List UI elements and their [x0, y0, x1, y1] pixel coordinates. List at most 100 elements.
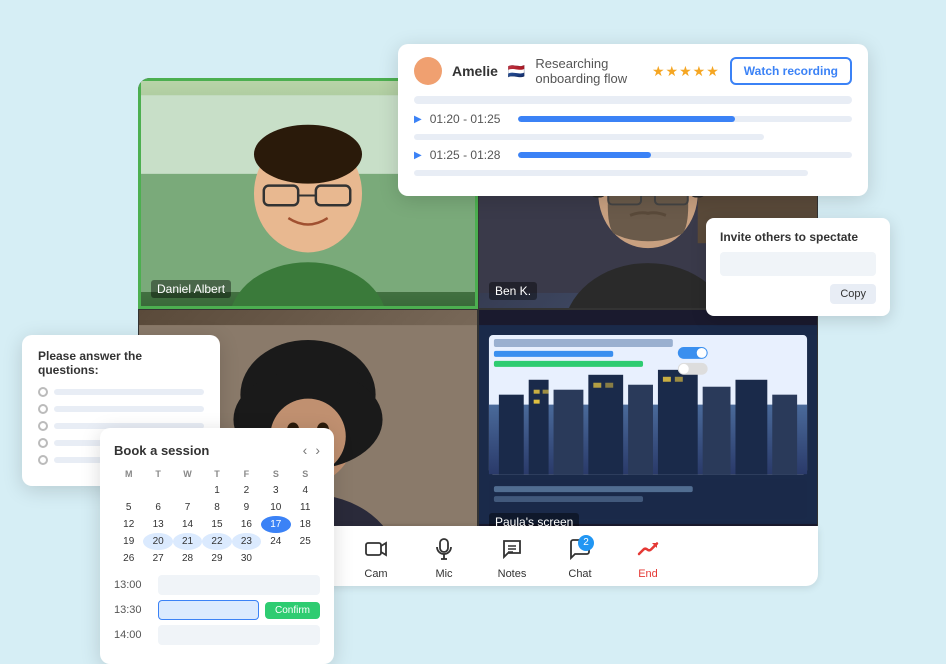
user-avatar	[414, 57, 442, 85]
cal-day[interactable]: 2	[232, 482, 261, 499]
cal-day[interactable]: 11	[291, 499, 320, 516]
timeline-item-1[interactable]: ▶ 01:20 - 01:25	[414, 112, 852, 126]
radio-3[interactable]	[38, 421, 48, 431]
calendar-header-row: M T W T F S S	[114, 466, 320, 482]
cal-day[interactable]: 24	[261, 533, 290, 550]
invite-link-input[interactable]	[720, 252, 876, 276]
chat-button[interactable]: 2 Chat	[556, 529, 604, 584]
time-bar-1300	[158, 575, 320, 595]
calendar-week-5: 26 27 28 29 30	[114, 550, 320, 567]
cal-day[interactable]: 18	[291, 516, 320, 533]
next-month-button[interactable]: ›	[315, 442, 320, 458]
timeline-bar-top	[414, 96, 852, 104]
cam-label: Cam	[364, 568, 387, 580]
survey-option-2[interactable]	[38, 404, 204, 414]
timeline-bar-mid	[414, 134, 764, 140]
cal-day	[261, 550, 290, 567]
chat-label: Chat	[568, 568, 591, 580]
calendar-week-3: 12 13 14 15 16 17 18	[114, 516, 320, 533]
radio-5[interactable]	[38, 455, 48, 465]
recording-panel: Amelie 🇳🇱 Researching onboarding flow ★★…	[398, 44, 868, 196]
timeline-time-1: 01:20 - 01:25	[430, 112, 510, 126]
cal-day[interactable]: 13	[143, 516, 172, 533]
cam-button[interactable]: Cam	[352, 529, 400, 584]
cal-day[interactable]	[173, 482, 202, 499]
time-slot-1400[interactable]: 14:00	[114, 625, 320, 645]
copy-button[interactable]: Copy	[830, 284, 876, 304]
cal-day[interactable]: 21	[173, 533, 202, 550]
invite-title: Invite others to spectate	[720, 230, 876, 244]
cal-day[interactable]: 7	[173, 499, 202, 516]
cal-day[interactable]: 15	[202, 516, 231, 533]
cal-day[interactable]: 28	[173, 550, 202, 567]
calendar-panel: Book a session ‹ › M T W T F S S 1 2 3 4…	[100, 428, 334, 664]
confirm-button[interactable]: Confirm	[265, 602, 320, 619]
calendar-week-2: 5 6 7 8 9 10 11	[114, 499, 320, 516]
radio-1[interactable]	[38, 387, 48, 397]
timeline-fill-1	[518, 116, 735, 122]
cal-day[interactable]: 5	[114, 499, 143, 516]
video-cell-screen: Paula's screen	[478, 309, 818, 540]
play-icon-2: ▶	[414, 150, 422, 161]
calendar-title: Book a session	[114, 443, 209, 458]
cal-day[interactable]: 3	[261, 482, 290, 499]
option-bar-2	[54, 406, 204, 412]
timeline-time-2: 01:25 - 01:28	[430, 148, 510, 162]
end-label: End	[638, 568, 658, 580]
cal-day[interactable]: 22	[202, 533, 231, 550]
time-slot-1330[interactable]: 13:30 Confirm	[114, 600, 320, 620]
watch-recording-button[interactable]: Watch recording	[730, 57, 852, 85]
cal-day[interactable]: 8	[202, 499, 231, 516]
flag-icon: 🇳🇱	[508, 63, 525, 80]
notes-button[interactable]: Notes	[488, 529, 536, 584]
cal-day[interactable]: 4	[291, 482, 320, 499]
cal-day[interactable]: 1	[202, 482, 231, 499]
time-label-1300: 13:00	[114, 579, 152, 591]
session-title: Researching onboarding flow	[535, 56, 642, 86]
calendar-nav: ‹ ›	[303, 442, 320, 458]
cal-day[interactable]: 27	[143, 550, 172, 567]
cal-day[interactable]: 29	[202, 550, 231, 567]
cal-day[interactable]: 10	[261, 499, 290, 516]
radio-4[interactable]	[38, 438, 48, 448]
mic-button[interactable]: Mic	[420, 529, 468, 584]
calendar-header: Book a session ‹ ›	[114, 442, 320, 458]
timeline-bar-1	[518, 116, 852, 122]
notes-icon	[496, 533, 528, 565]
cal-day[interactable]: 26	[114, 550, 143, 567]
cal-day[interactable]: 19	[114, 533, 143, 550]
cal-day[interactable]: 20	[143, 533, 172, 550]
cal-day[interactable]	[143, 482, 172, 499]
cal-day-today[interactable]: 17	[261, 516, 290, 533]
cal-day[interactable]: 6	[143, 499, 172, 516]
chat-badge: 2	[578, 535, 594, 551]
play-icon-1: ▶	[414, 114, 422, 125]
day-header-m: M	[114, 466, 143, 482]
cal-day[interactable]: 12	[114, 516, 143, 533]
calendar-week-1: 1 2 3 4	[114, 482, 320, 499]
prev-month-button[interactable]: ‹	[303, 442, 308, 458]
time-slot-1300[interactable]: 13:00	[114, 575, 320, 595]
radio-2[interactable]	[38, 404, 48, 414]
timeline-item-2[interactable]: ▶ 01:25 - 01:28	[414, 148, 852, 162]
cal-day[interactable]: 23	[232, 533, 261, 550]
cal-day[interactable]	[114, 482, 143, 499]
calendar-week-4: 19 20 21 22 23 24 25	[114, 533, 320, 550]
day-header-f: F	[232, 466, 261, 482]
survey-option-1[interactable]	[38, 387, 204, 397]
timeline-bar-2	[518, 152, 852, 158]
time-bar-1400	[158, 625, 320, 645]
cal-day[interactable]: 25	[291, 533, 320, 550]
cal-day[interactable]: 30	[232, 550, 261, 567]
end-button[interactable]: End	[624, 529, 672, 584]
day-header-t2: T	[202, 466, 231, 482]
cal-day[interactable]: 14	[173, 516, 202, 533]
cal-day[interactable]: 16	[232, 516, 261, 533]
time-bar-1330	[158, 600, 259, 620]
option-bar-1	[54, 389, 204, 395]
day-header-t1: T	[143, 466, 172, 482]
cal-day[interactable]: 9	[232, 499, 261, 516]
day-header-s2: S	[291, 466, 320, 482]
calendar-grid: M T W T F S S 1 2 3 4 5 6 7 8 9 10 11 12	[114, 466, 320, 567]
cam-icon	[360, 533, 392, 565]
